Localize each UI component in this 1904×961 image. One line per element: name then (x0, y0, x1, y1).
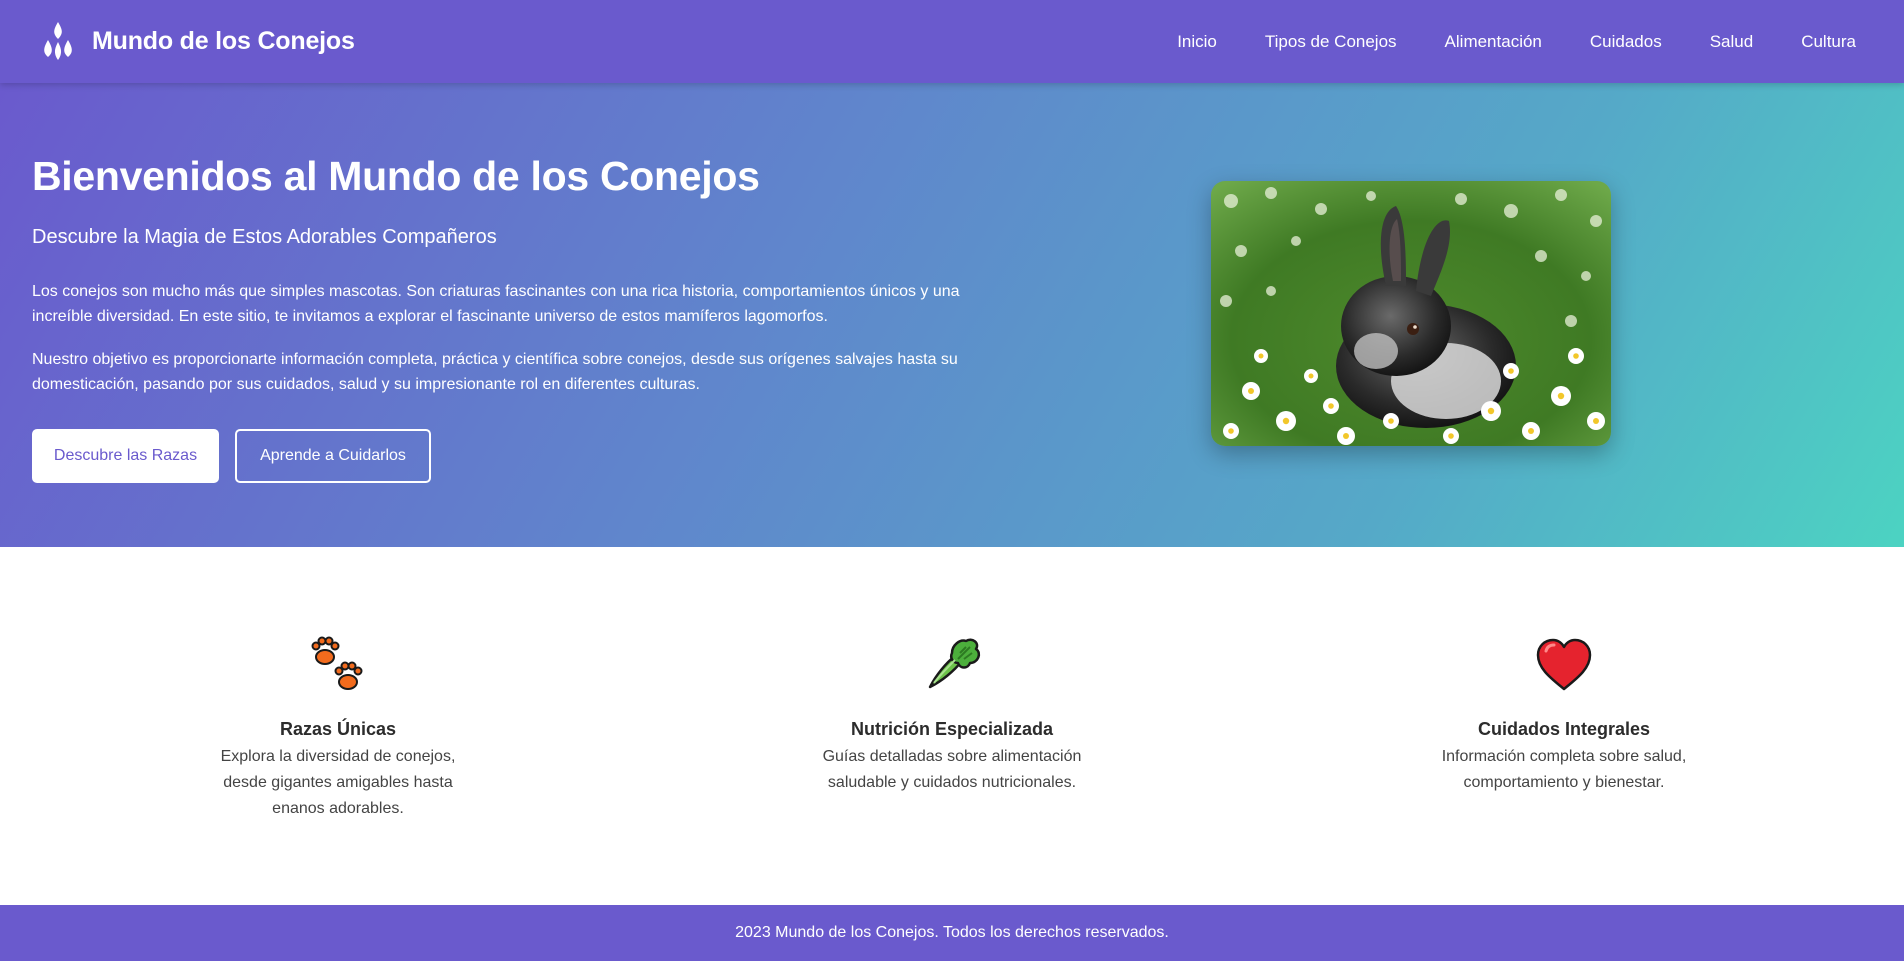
hero-title: Bienvenidos al Mundo de los Conejos (32, 153, 760, 199)
hero-section: Bienvenidos al Mundo de los Conejos Desc… (0, 83, 1904, 547)
feature-description: Explora la diversidad de conejos, desde … (220, 748, 456, 817)
red-heart-icon (1536, 638, 1592, 691)
nav-link-alimentacion[interactable]: Alimentación (1421, 32, 1566, 52)
feature-title: Razas Únicas (279, 719, 397, 739)
feature-card-care: Cuidados Integrales Información completa… (1354, 635, 1774, 796)
footer-copyright: 2023 Mundo de los Conejos. Todos los der… (735, 924, 1169, 941)
hero-subtitle: Descubre la Magia de Estos Adorables Com… (32, 226, 497, 248)
feature-card-nutrition: Nutrición Especializada Guías detalladas… (742, 635, 1162, 796)
brand-name: Mundo de los Conejos (92, 27, 355, 55)
leafy-green-icon (928, 638, 981, 689)
feature-description: Guías detalladas sobre alimentación salu… (822, 748, 1082, 791)
navbar: Mundo de los Conejos Inicio Tipos de Con… (0, 0, 1904, 83)
discover-breeds-button[interactable]: Descubre las Razas (32, 429, 219, 483)
nav-link-inicio[interactable]: Inicio (1153, 32, 1241, 52)
paw-prints-icon (311, 636, 363, 690)
nav-link-cuidados[interactable]: Cuidados (1566, 32, 1686, 52)
nav-link-cultura[interactable]: Cultura (1777, 32, 1856, 52)
hero-paragraph-intro: Los conejos son mucho más que simples ma… (32, 283, 960, 325)
footer: 2023 Mundo de los Conejos. Todos los der… (0, 905, 1904, 961)
learn-care-button[interactable]: Aprende a Cuidarlos (235, 429, 431, 483)
feature-title: Nutrición Especializada (850, 719, 1054, 739)
rabbit-photo (1211, 181, 1611, 446)
main-nav: Inicio Tipos de Conejos Alimentación Cui… (1153, 32, 1856, 52)
hero-paragraph-goal: Nuestro objetivo es proporcionarte infor… (32, 351, 958, 393)
feature-card-breeds: Razas Únicas Explora la diversidad de co… (128, 635, 548, 822)
nav-link-tipos-de-conejos[interactable]: Tipos de Conejos (1241, 32, 1421, 52)
feature-title: Cuidados Integrales (1477, 719, 1651, 739)
brand[interactable]: Mundo de los Conejos (38, 20, 355, 64)
feature-description: Información completa sobre salud, compor… (1441, 748, 1687, 791)
rabbit-logo-icon (44, 21, 72, 60)
nav-link-salud[interactable]: Salud (1686, 32, 1777, 52)
